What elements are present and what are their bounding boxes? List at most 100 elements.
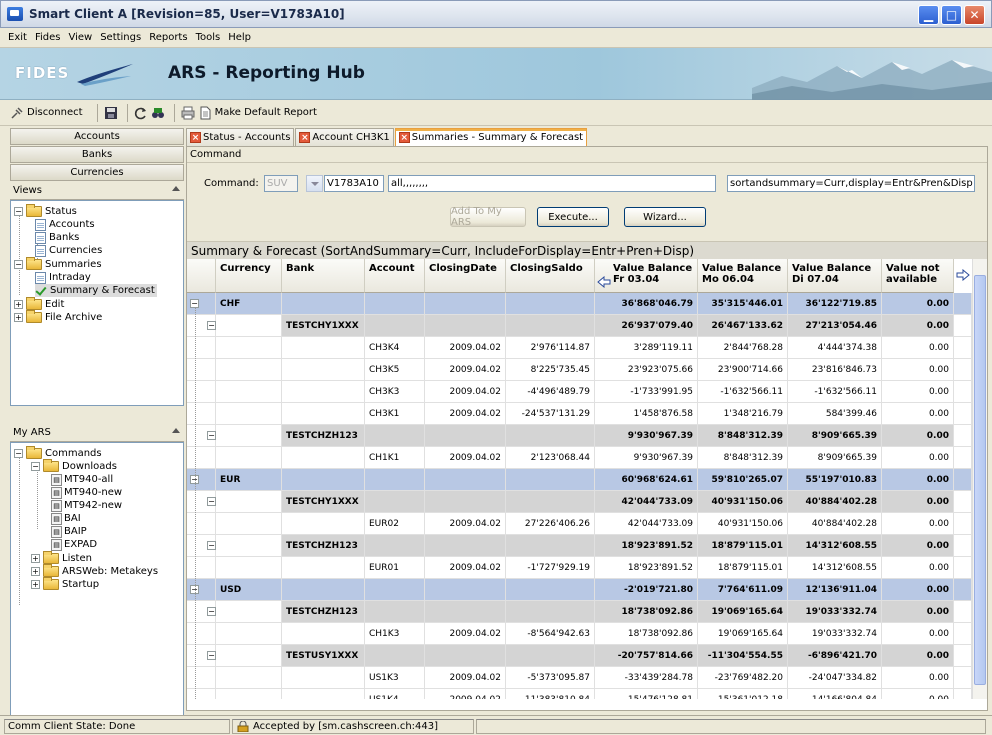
grid-cell-acc[interactable]: CH1K1 bbox=[365, 447, 425, 469]
collapse-row-icon[interactable]: − bbox=[207, 431, 216, 440]
grid-cell-v2[interactable]: 7'764'611.09 bbox=[698, 579, 788, 601]
grid-cell[interactable] bbox=[216, 359, 282, 381]
grid-cell[interactable] bbox=[187, 667, 216, 689]
grid-cell[interactable] bbox=[506, 491, 595, 513]
grid-cell-v1[interactable]: 18'738'092.86 bbox=[595, 601, 698, 623]
tab-account-ch3k1[interactable]: × Account CH3K1 bbox=[295, 128, 394, 146]
grid-cell-v1[interactable]: 3'289'119.11 bbox=[595, 337, 698, 359]
grid-cell-v1[interactable]: 60'968'624.61 bbox=[595, 469, 698, 491]
grid-cell[interactable] bbox=[954, 535, 972, 557]
command-type-field[interactable]: SUV bbox=[264, 175, 298, 192]
grid-cell-date[interactable]: 2009.04.02 bbox=[425, 403, 506, 425]
grid-cell[interactable] bbox=[282, 359, 365, 381]
grid-cell-date[interactable]: 2009.04.02 bbox=[425, 381, 506, 403]
grid-cell[interactable] bbox=[187, 403, 216, 425]
tree-node-bai[interactable]: ▤ BAI bbox=[51, 512, 81, 525]
grid-cell-saldo[interactable]: -24'537'131.29 bbox=[506, 403, 595, 425]
grid-cell-v4[interactable]: 0.00 bbox=[882, 293, 954, 315]
grid-cell-v3[interactable]: 14'166'804.84 bbox=[788, 689, 882, 699]
grid-cell-v4[interactable]: 0.00 bbox=[882, 491, 954, 513]
scroll-left-arrow-icon[interactable] bbox=[597, 276, 611, 288]
grid-cell[interactable] bbox=[282, 293, 365, 315]
grid-cell-acc[interactable]: EUR02 bbox=[365, 513, 425, 535]
tree-node-status[interactable]: − Status bbox=[14, 204, 77, 218]
grid-cell-saldo[interactable]: -1'727'929.19 bbox=[506, 557, 595, 579]
grid-vertical-scrollbar[interactable] bbox=[972, 259, 987, 699]
grid-cell[interactable] bbox=[506, 425, 595, 447]
grid-cell[interactable] bbox=[954, 359, 972, 381]
grid-cell-date[interactable]: 2009.04.02 bbox=[425, 337, 506, 359]
grid-cell-v4[interactable]: 0.00 bbox=[882, 315, 954, 337]
grid-cell-v1[interactable]: 18'923'891.52 bbox=[595, 535, 698, 557]
tree-node-summary-forecast[interactable]: Summary & Forecast bbox=[35, 284, 157, 297]
grid-cell-cur[interactable]: USD bbox=[216, 579, 282, 601]
chevron-down-icon[interactable] bbox=[306, 175, 323, 192]
grid-cell-v2[interactable]: 15'361'012.18 bbox=[698, 689, 788, 699]
grid-cell[interactable] bbox=[365, 293, 425, 315]
grid-cell[interactable] bbox=[282, 557, 365, 579]
grid-cell-v4[interactable]: 0.00 bbox=[882, 513, 954, 535]
grid-cell-date[interactable]: 2009.04.02 bbox=[425, 623, 506, 645]
grid-cell[interactable] bbox=[216, 645, 282, 667]
grid-cell-v1[interactable]: 18'738'092.86 bbox=[595, 623, 698, 645]
grid-cell-date[interactable]: 2009.04.02 bbox=[425, 513, 506, 535]
grid-cell-date[interactable]: 2009.04.02 bbox=[425, 557, 506, 579]
grid-cell[interactable] bbox=[506, 645, 595, 667]
grid-cell-saldo[interactable]: -4'496'489.79 bbox=[506, 381, 595, 403]
grid-cell-v1[interactable]: 42'044'733.09 bbox=[595, 491, 698, 513]
tree-node-mt940-all[interactable]: ▤ MT940-all bbox=[51, 473, 113, 486]
grid-cell-bank[interactable]: TESTCHZH123 bbox=[282, 601, 365, 623]
grid-cell-v3[interactable]: 40'884'402.28 bbox=[788, 513, 882, 535]
close-tab-icon[interactable]: × bbox=[190, 132, 201, 143]
grid-cell[interactable] bbox=[282, 579, 365, 601]
grid-cell-v3[interactable]: -1'632'566.11 bbox=[788, 381, 882, 403]
grid-cell[interactable] bbox=[216, 491, 282, 513]
grid-cell[interactable] bbox=[365, 425, 425, 447]
grid-header-value-mo[interactable]: Value Balance Mo 06.04 bbox=[698, 259, 788, 293]
grid-cell-v4[interactable]: 0.00 bbox=[882, 689, 954, 699]
collapse-icon[interactable] bbox=[172, 186, 180, 191]
grid-cell-saldo[interactable]: 11'383'810.84 bbox=[506, 689, 595, 699]
grid-cell-saldo[interactable]: 2'123'068.44 bbox=[506, 447, 595, 469]
grid-cell[interactable] bbox=[954, 469, 972, 491]
grid-cell[interactable] bbox=[365, 491, 425, 513]
grid-cell[interactable] bbox=[216, 337, 282, 359]
grid-cell[interactable] bbox=[506, 579, 595, 601]
close-tab-icon[interactable]: × bbox=[398, 132, 410, 143]
grid-cell[interactable] bbox=[187, 381, 216, 403]
collapse-icon[interactable] bbox=[172, 428, 180, 433]
grid-cell[interactable] bbox=[282, 513, 365, 535]
grid-cell[interactable] bbox=[954, 513, 972, 535]
grid-cell[interactable] bbox=[425, 293, 506, 315]
grid-cell-v4[interactable]: 0.00 bbox=[882, 601, 954, 623]
grid-cell[interactable] bbox=[506, 601, 595, 623]
grid-cell-v3[interactable]: 12'136'911.04 bbox=[788, 579, 882, 601]
grid-cell[interactable] bbox=[216, 315, 282, 337]
grid-cell-v4[interactable]: 0.00 bbox=[882, 579, 954, 601]
collapse-row-icon[interactable]: − bbox=[207, 541, 216, 550]
grid-cell[interactable] bbox=[954, 381, 972, 403]
grid-cell[interactable] bbox=[216, 513, 282, 535]
close-tab-icon[interactable]: × bbox=[299, 132, 311, 143]
grid-cell[interactable] bbox=[365, 601, 425, 623]
tree-node-listen[interactable]: + Listen bbox=[31, 551, 92, 565]
grid-cell[interactable] bbox=[954, 579, 972, 601]
grid-header-currency[interactable]: Currency bbox=[216, 259, 282, 293]
tree-node-intraday[interactable]: Intraday bbox=[35, 271, 91, 284]
grid-cell-date[interactable]: 2009.04.02 bbox=[425, 667, 506, 689]
grid-cell[interactable] bbox=[506, 469, 595, 491]
grid-cell[interactable] bbox=[282, 689, 365, 699]
grid-cell[interactable] bbox=[954, 623, 972, 645]
tree-node-currencies[interactable]: Currencies bbox=[35, 244, 102, 257]
grid-cell-v3[interactable]: 36'122'719.85 bbox=[788, 293, 882, 315]
grid-header-closingsaldo[interactable]: ClosingSaldo bbox=[506, 259, 595, 293]
grid-cell-v1[interactable]: -33'439'284.78 bbox=[595, 667, 698, 689]
tab-summaries-summary-forecast[interactable]: × Summaries - Summary & Forecast bbox=[394, 128, 588, 146]
grid-cell[interactable] bbox=[216, 403, 282, 425]
grid-cell[interactable] bbox=[425, 315, 506, 337]
grid-cell-v2[interactable]: 59'810'265.07 bbox=[698, 469, 788, 491]
views-panel-header[interactable]: Views bbox=[10, 182, 184, 200]
grid-cell-v4[interactable]: 0.00 bbox=[882, 469, 954, 491]
grid-cell-v1[interactable]: 36'868'046.79 bbox=[595, 293, 698, 315]
grid-cell-date[interactable]: 2009.04.02 bbox=[425, 359, 506, 381]
